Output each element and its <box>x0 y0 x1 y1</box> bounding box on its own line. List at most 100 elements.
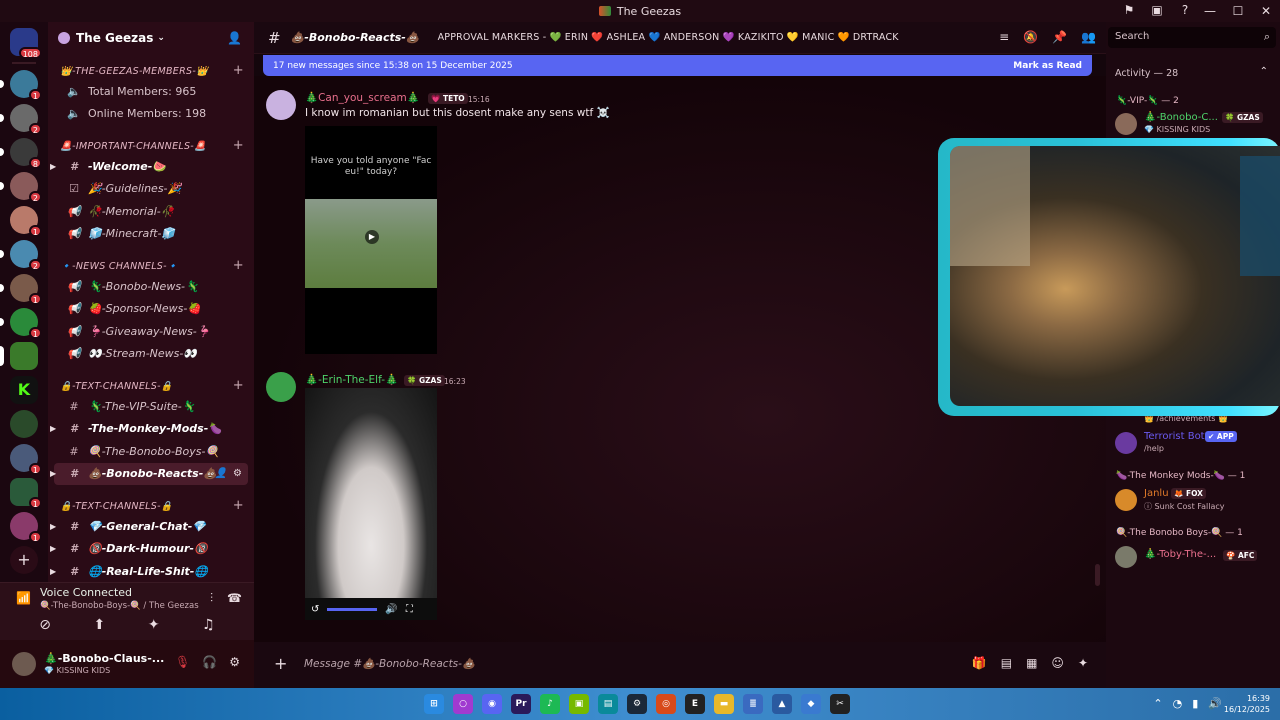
maximize-button[interactable]: ☐ <box>1224 0 1252 22</box>
user-name[interactable]: 🎄-Bonobo-Claus-... <box>44 652 164 665</box>
kick-icon[interactable]: K <box>10 376 38 404</box>
server-icon[interactable]: 1 <box>0 70 42 101</box>
server-icon[interactable]: 1 <box>10 206 42 237</box>
channel-item[interactable]: 📢 👀-Stream-News-👀 <box>54 343 248 366</box>
app-icon[interactable]: ▤ <box>598 694 618 714</box>
close-button[interactable]: ✕ <box>1252 0 1280 22</box>
server-icon[interactable]: 8 <box>0 138 42 169</box>
wifi-icon[interactable]: ◔ <box>1173 697 1183 710</box>
volume-icon[interactable]: 🔊 <box>1208 697 1222 710</box>
message-author[interactable]: 🎄Can_you_scream🎄 <box>305 91 420 104</box>
flag-icon[interactable]: ⚑ <box>1122 3 1136 17</box>
fullscreen-icon[interactable]: ⛶ <box>406 604 413 615</box>
channel-item[interactable]: ▶ # -The-Monkey-Mods-🍆 <box>50 418 248 441</box>
channel-item[interactable]: 🔈 Online Members: 198 <box>54 103 248 126</box>
gif-icon[interactable]: ▤ <box>1001 656 1012 670</box>
video-embed[interactable]: ↺ 🔊 ⛶ <box>305 388 437 620</box>
avatar[interactable] <box>266 372 296 402</box>
soundboard-icon[interactable]: ♫ <box>202 617 215 633</box>
volume-icon[interactable]: 🔊 <box>385 604 397 615</box>
notifications-icon[interactable]: 🔕 <box>1023 30 1038 44</box>
message-author[interactable]: 🎄-Erin-The-Elf-🎄 <box>305 373 398 386</box>
channel-item[interactable]: 📢 🦎-Bonobo-News-🦎 <box>54 275 248 298</box>
invite-icon[interactable]: 👤 <box>215 468 227 479</box>
server-icon[interactable] <box>10 410 38 438</box>
chevron-up-icon[interactable]: ⌃ <box>1153 697 1162 710</box>
direct-messages-icon[interactable]: 108 <box>10 28 42 59</box>
sticker-icon[interactable]: ▦ <box>1026 656 1037 670</box>
channel-topic[interactable]: APPROVAL MARKERS - 💚 ERIN ❤️ ASHLEA 💙 AN… <box>438 32 899 43</box>
deafen-icon[interactable]: 🎧 <box>202 655 217 669</box>
add-channel-icon[interactable]: + <box>233 138 244 153</box>
server-icon[interactable]: 1 <box>0 274 42 305</box>
epic-games-icon[interactable]: E <box>685 694 705 714</box>
apps-icon[interactable]: ✦ <box>1078 656 1088 670</box>
message-input[interactable]: Message #💩-Bonobo-Reacts-💩 <box>304 657 475 670</box>
server-icon[interactable]: 2 <box>0 240 42 271</box>
invite-icon[interactable]: 👤 <box>227 31 242 45</box>
channel-item[interactable]: ☑ 🎉-Guidelines-🎉 <box>54 178 248 201</box>
notepad-icon[interactable]: ≣ <box>743 694 763 714</box>
browser-icon[interactable]: ◎ <box>656 694 676 714</box>
help-icon[interactable]: ? <box>1178 3 1192 17</box>
activity-header[interactable]: Activity — 28 <box>1115 68 1178 79</box>
server-icon[interactable]: 2 <box>0 172 42 203</box>
minimize-button[interactable]: — <box>1196 0 1224 22</box>
voice-channel[interactable]: 🍭-The-Bonobo-Boys-🍭 / The Geezas <box>40 601 199 611</box>
server-icon[interactable]: 1 <box>10 444 42 475</box>
member-row[interactable]: Janlu 🦊 FOX ⓘ Sunk Cost Fallacy <box>1115 487 1273 517</box>
channel-item[interactable]: ▶ # 🔞-Dark-Humour-🔞 <box>50 538 248 561</box>
spotify-icon[interactable]: ♪ <box>540 694 560 714</box>
server-icon[interactable]: 1 <box>10 512 42 543</box>
app-icon[interactable]: ◆ <box>801 694 821 714</box>
server-icon[interactable] <box>0 342 38 370</box>
channel-item[interactable]: ▶ # 💎-General-Chat-💎 <box>50 515 248 538</box>
category-header[interactable]: 🔒-TEXT-CHANNELS-🔒 + <box>48 497 254 515</box>
member-row[interactable]: 🎄-Toby-The-... 🍄 AFC <box>1115 544 1273 574</box>
category-header[interactable]: 🔹-NEWS CHANNELS-🔹 + <box>48 257 254 275</box>
threads-icon[interactable]: ≡ <box>999 30 1009 44</box>
nvidia-icon[interactable]: ▣ <box>569 694 589 714</box>
channel-item[interactable]: ▶ # -Welcome-🍉 <box>50 155 248 178</box>
video-embed[interactable]: Have you told anyone "Fac eu!" today? ▶ <box>305 126 437 354</box>
disconnect-icon[interactable]: ☎ <box>227 591 242 606</box>
server-icon[interactable]: 1 <box>10 478 42 509</box>
camera-off-icon[interactable]: ⊘ <box>39 617 51 633</box>
steam-icon[interactable]: ⚙ <box>627 694 647 714</box>
channel-item[interactable]: 🔈 Total Members: 965 <box>54 80 248 103</box>
activities-icon[interactable]: ✦ <box>148 617 160 633</box>
attach-icon[interactable]: + <box>274 654 287 673</box>
screen-icon[interactable]: ▣ <box>1150 3 1164 17</box>
channel-item[interactable]: # 🍭-The-Bonobo-Boys-🍭 <box>54 440 248 463</box>
server-icon[interactable]: 1 <box>0 308 42 339</box>
noise-suppression-icon[interactable]: ⫶ <box>210 591 213 606</box>
start-icon[interactable]: ⊞ <box>424 694 444 714</box>
channel-item[interactable]: # 🦎-The-VIP-Suite-🦎 <box>54 395 248 418</box>
battery-icon[interactable]: ▮ <box>1192 697 1198 710</box>
channel-item[interactable]: ▶ # 🌐-Real-Life-Shit-🌐 <box>50 560 248 582</box>
add-channel-icon[interactable]: + <box>233 258 244 273</box>
add-channel-icon[interactable]: + <box>233 63 244 78</box>
mic-muted-icon[interactable]: 🎙 <box>175 655 190 669</box>
channel-item-active[interactable]: ▶ # 💩-Bonobo-Reacts-💩 👤 ⚙ <box>50 462 248 485</box>
chevron-up-icon[interactable]: ⌃ <box>1260 66 1268 77</box>
capcut-icon[interactable]: ✂ <box>830 694 850 714</box>
screen-share-icon[interactable]: ⬆ <box>94 617 106 633</box>
play-icon[interactable]: ▶ <box>365 230 379 244</box>
add-channel-icon[interactable]: + <box>233 498 244 513</box>
new-messages-bar[interactable]: 17 new messages since 15:38 on 15 Decemb… <box>263 55 1092 76</box>
gift-icon[interactable]: 🎁 <box>972 656 987 670</box>
avatar[interactable] <box>266 90 296 120</box>
channel-item[interactable]: 📢 🥀-Memorial-🥀 <box>54 200 248 223</box>
gear-icon[interactable]: ⚙ <box>229 655 240 669</box>
discord-icon[interactable]: ◉ <box>482 694 502 714</box>
app-icon[interactable]: ▲ <box>772 694 792 714</box>
member-list-icon[interactable]: 👥 <box>1081 30 1096 44</box>
premiere-icon[interactable]: Pr <box>511 694 531 714</box>
add-server-icon[interactable]: + <box>10 546 38 574</box>
emoji-icon[interactable]: ☺ <box>1051 656 1064 670</box>
scrollbar[interactable] <box>1095 564 1100 586</box>
add-channel-icon[interactable]: + <box>233 378 244 393</box>
member-row[interactable]: 🎄-Bonobo-C... 🍀 GZAS 💎 KISSING KIDS <box>1115 111 1273 141</box>
pin-icon[interactable]: 📌 <box>1052 30 1067 44</box>
